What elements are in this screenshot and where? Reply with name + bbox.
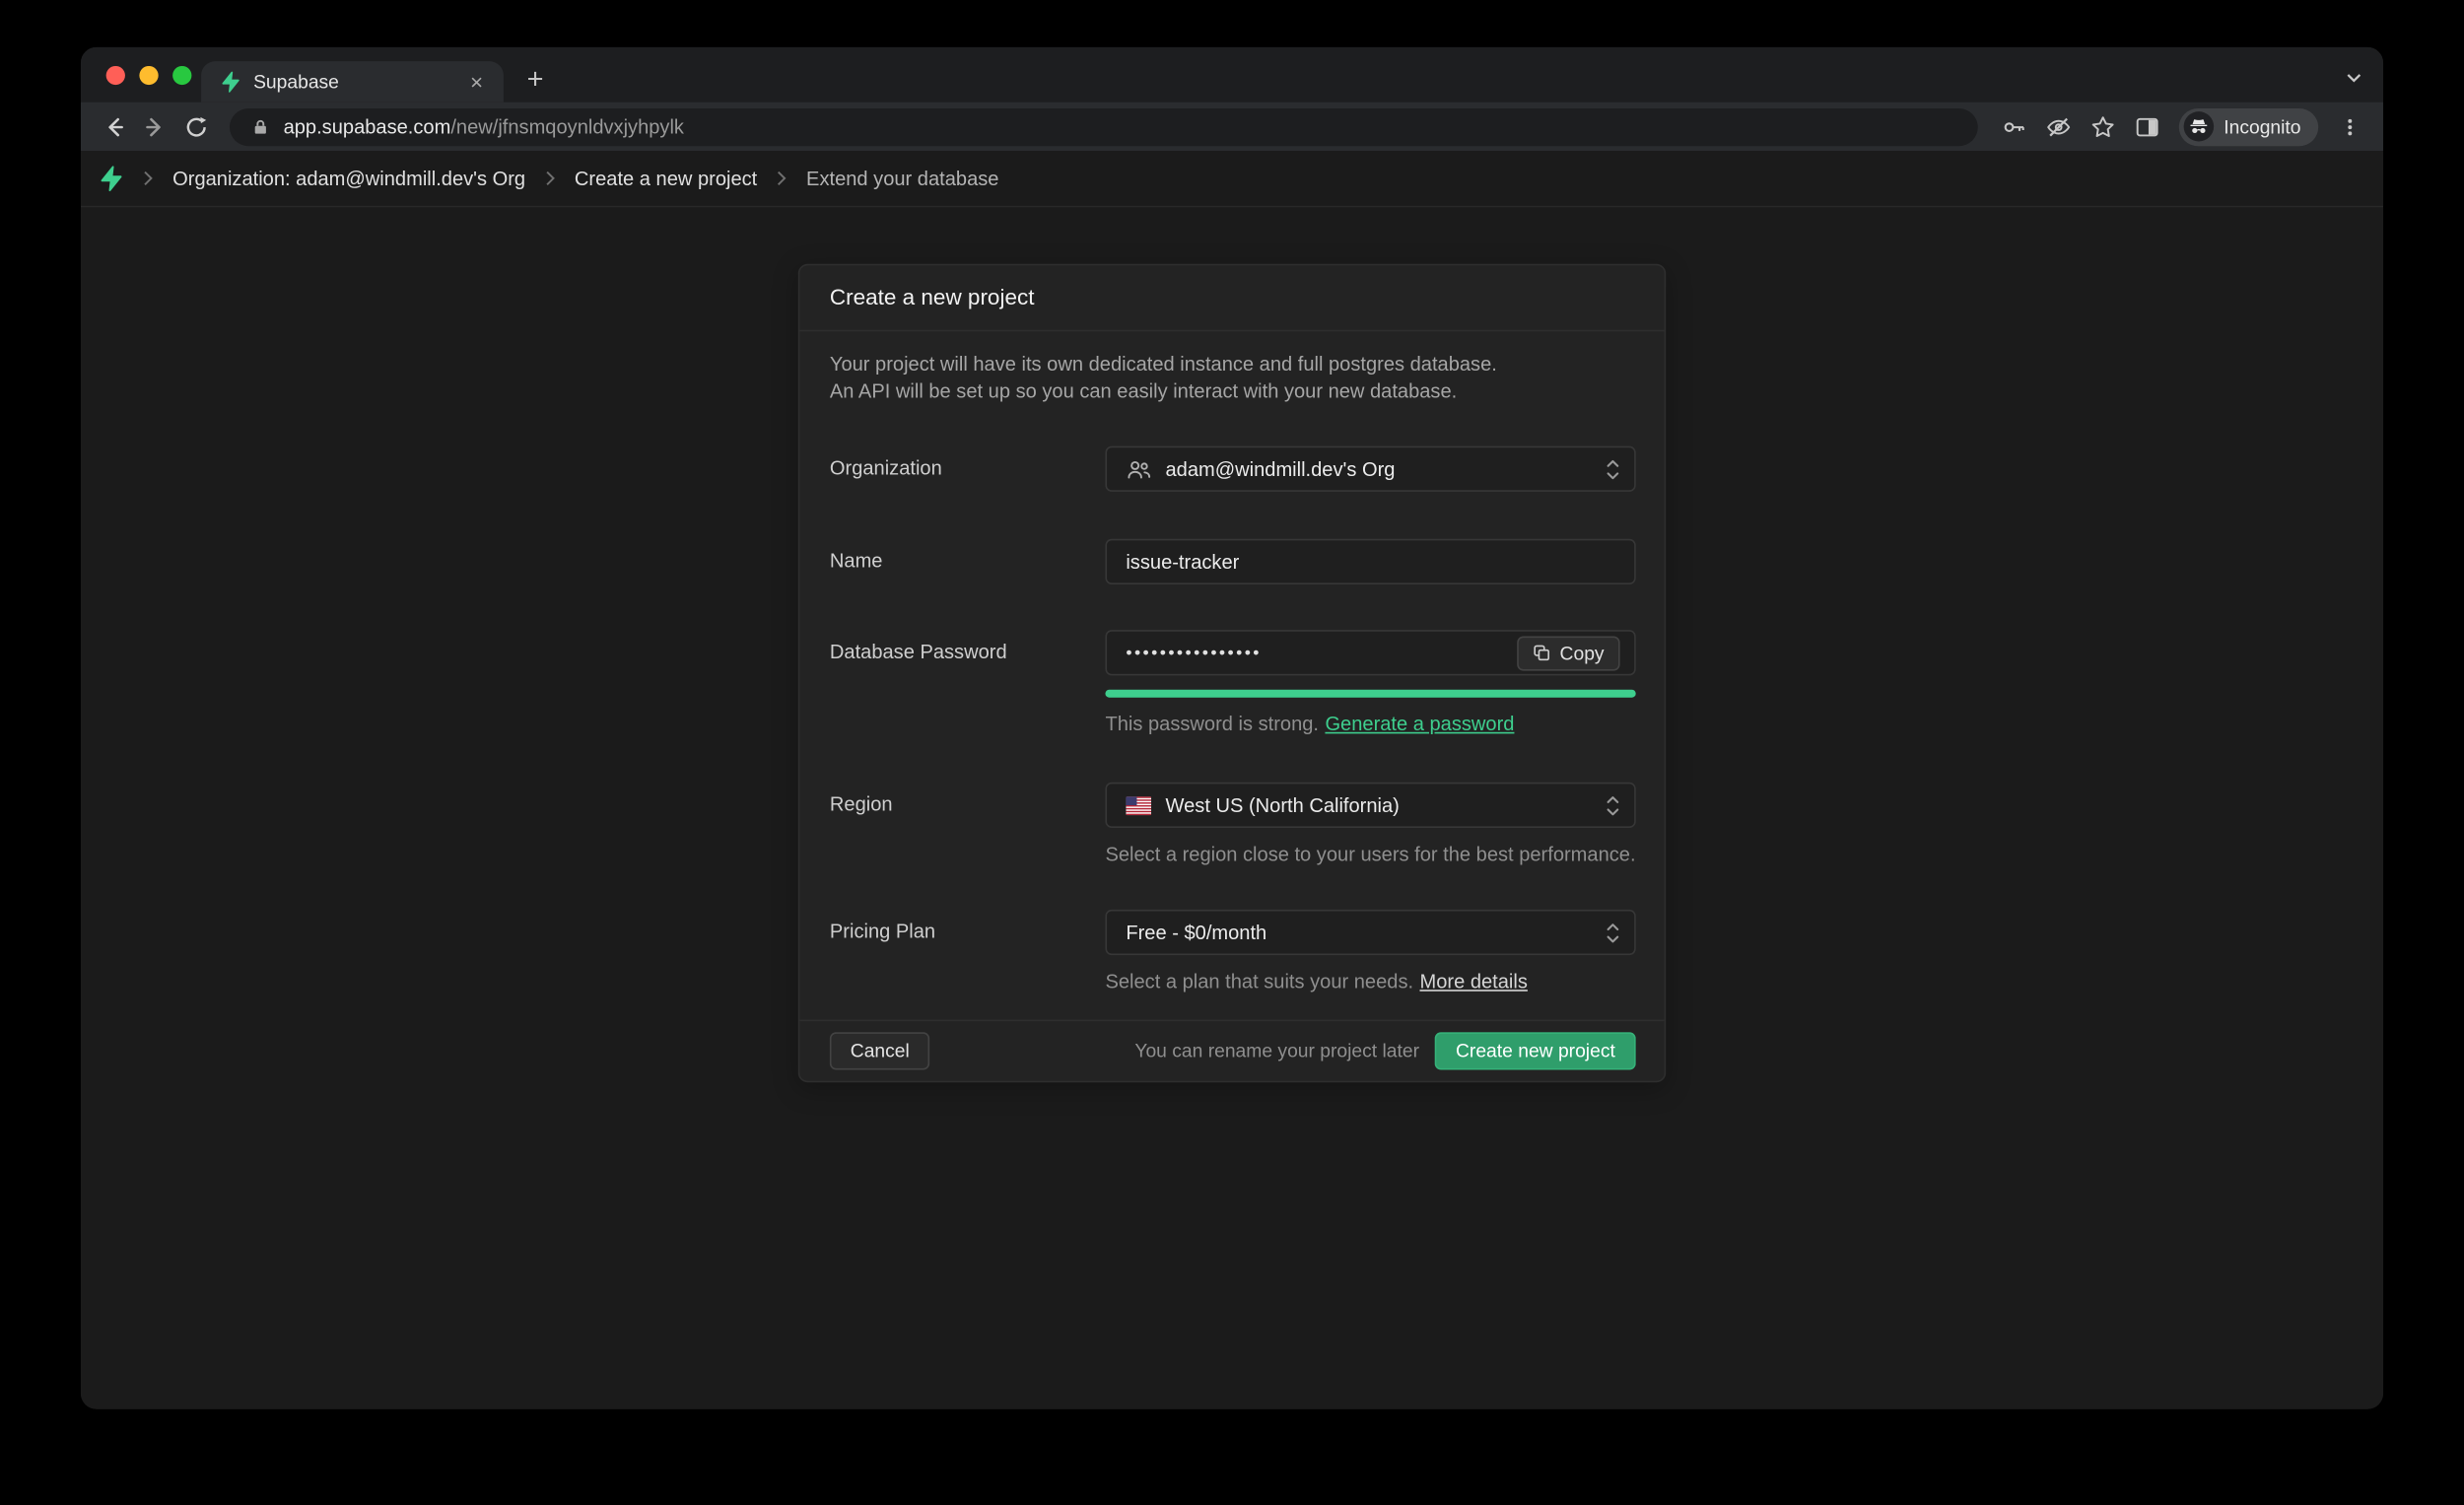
rename-note: You can rename your project later: [1134, 1040, 1419, 1061]
name-label: Name: [830, 539, 1106, 572]
side-panel-icon[interactable]: [2127, 106, 2168, 147]
pricing-row: Pricing Plan Free - $0/month Selec: [830, 910, 1636, 996]
copy-icon: [1533, 645, 1550, 662]
tab-strip: Supabase × +: [81, 47, 2383, 103]
incognito-icon: [2184, 111, 2215, 141]
browser-tab-supabase[interactable]: Supabase ×: [201, 61, 504, 102]
select-chevrons-icon: [1606, 792, 1619, 818]
password-masked-value: ••••••••••••••••: [1126, 644, 1262, 662]
password-row: Database Password ••••••••••••••••: [830, 630, 1636, 738]
desktop: Supabase × +: [0, 0, 2464, 1505]
eye-off-icon[interactable]: [2038, 106, 2080, 147]
tab-title: Supabase: [253, 71, 451, 93]
close-window-button[interactable]: [106, 66, 125, 85]
lock-icon[interactable]: [251, 117, 269, 136]
password-key-icon[interactable]: [1994, 106, 2035, 147]
card-footer: Cancel You can rename your project later…: [799, 1019, 1664, 1080]
tab-favicon-supabase-icon: [219, 71, 240, 93]
copy-password-button[interactable]: Copy: [1517, 636, 1619, 670]
browser-window: Supabase × +: [81, 47, 2383, 1409]
copy-label: Copy: [1560, 642, 1605, 663]
bookmark-star-icon[interactable]: [2083, 106, 2124, 147]
supabase-logo-icon[interactable]: [97, 165, 123, 191]
breadcrumb-chevron-icon: [777, 170, 787, 187]
organization-select[interactable]: adam@windmill.dev's Org: [1105, 446, 1635, 492]
forward-button[interactable]: [135, 106, 176, 147]
pricing-value: Free - $0/month: [1126, 922, 1266, 943]
breadcrumb-create-project[interactable]: Create a new project: [575, 168, 757, 189]
description-line-1: Your project will have its own dedicated…: [830, 352, 1634, 378]
region-helper: Select a region close to your users for …: [1105, 842, 1635, 868]
breadcrumb-extend-database[interactable]: Extend your database: [806, 168, 998, 189]
create-new-project-button[interactable]: Create new project: [1435, 1032, 1636, 1069]
url-path: /new/jfnsmqoynldvxjyhpylk: [450, 115, 684, 137]
tab-close-icon[interactable]: ×: [464, 69, 490, 95]
incognito-badge[interactable]: Incognito: [2179, 107, 2318, 145]
breadcrumb-chevron-icon: [143, 170, 154, 187]
url-text: app.supabase.com/new/jfnsmqoynldvxjyhpyl…: [284, 115, 684, 137]
more-details-link[interactable]: More details: [1419, 971, 1527, 992]
create-project-card: Create a new project Your project will h…: [798, 264, 1666, 1082]
select-chevrons-icon: [1606, 920, 1619, 945]
site-breadcrumb-bar: Organization: adam@windmill.dev's Org Cr…: [81, 151, 2383, 207]
breadcrumb-chevron-icon: [544, 170, 555, 187]
pricing-helper-text: Select a plan that suits your needs.: [1105, 971, 1413, 992]
minimize-window-button[interactable]: [139, 66, 158, 85]
tab-search-chevron-icon[interactable]: [2339, 63, 2367, 92]
password-input[interactable]: •••••••••••••••• Copy: [1105, 630, 1635, 675]
zoom-window-button[interactable]: [172, 66, 191, 85]
back-button[interactable]: [94, 106, 135, 147]
password-strength-text: This password is strong.: [1105, 714, 1319, 735]
pricing-label: Pricing Plan: [830, 910, 1106, 942]
password-strength-bar: [1105, 690, 1635, 698]
name-row: Name issue-tracker: [830, 539, 1636, 584]
password-label: Database Password: [830, 630, 1106, 662]
pricing-select[interactable]: Free - $0/month: [1105, 910, 1635, 955]
region-label: Region: [830, 783, 1106, 815]
address-bar[interactable]: app.supabase.com/new/jfnsmqoynldvxjyhpyl…: [230, 107, 1978, 145]
form-rows: Organization: [799, 428, 1664, 996]
name-value: issue-tracker: [1126, 551, 1239, 573]
reload-button[interactable]: [175, 106, 217, 147]
region-select[interactable]: West US (North California): [1105, 783, 1635, 828]
pricing-helper: Select a plan that suits your needs. More…: [1105, 969, 1635, 995]
organization-users-icon: [1126, 456, 1151, 482]
region-value: West US (North California): [1166, 794, 1400, 816]
description-line-2: An API will be set up so you can easily …: [830, 378, 1634, 405]
page-content: Create a new project Your project will h…: [81, 207, 2383, 1408]
organization-value: adam@windmill.dev's Org: [1166, 458, 1396, 480]
browser-menu-kebab-icon[interactable]: [2329, 106, 2370, 147]
cancel-button[interactable]: Cancel: [830, 1032, 930, 1069]
password-strength-helper: This password is strong. Generate a passw…: [1105, 712, 1635, 738]
window-controls: [106, 66, 192, 85]
card-title: Create a new project: [799, 265, 1664, 331]
toolbar-actions: Incognito: [1994, 106, 2370, 147]
new-tab-button[interactable]: +: [517, 61, 552, 96]
breadcrumb-organization[interactable]: Organization: adam@windmill.dev's Org: [172, 168, 525, 189]
select-chevrons-icon: [1606, 456, 1619, 482]
region-row: Region: [830, 783, 1636, 869]
organization-row: Organization: [830, 446, 1636, 492]
generate-password-link[interactable]: Generate a password: [1325, 714, 1514, 735]
url-domain: app.supabase.com: [284, 115, 451, 137]
organization-label: Organization: [830, 446, 1106, 479]
name-input[interactable]: issue-tracker: [1105, 539, 1635, 584]
browser-toolbar: app.supabase.com/new/jfnsmqoynldvxjyhpyl…: [81, 103, 2383, 151]
incognito-label: Incognito: [2224, 115, 2300, 137]
us-flag-icon: [1126, 795, 1151, 814]
card-description: Your project will have its own dedicated…: [799, 331, 1664, 427]
